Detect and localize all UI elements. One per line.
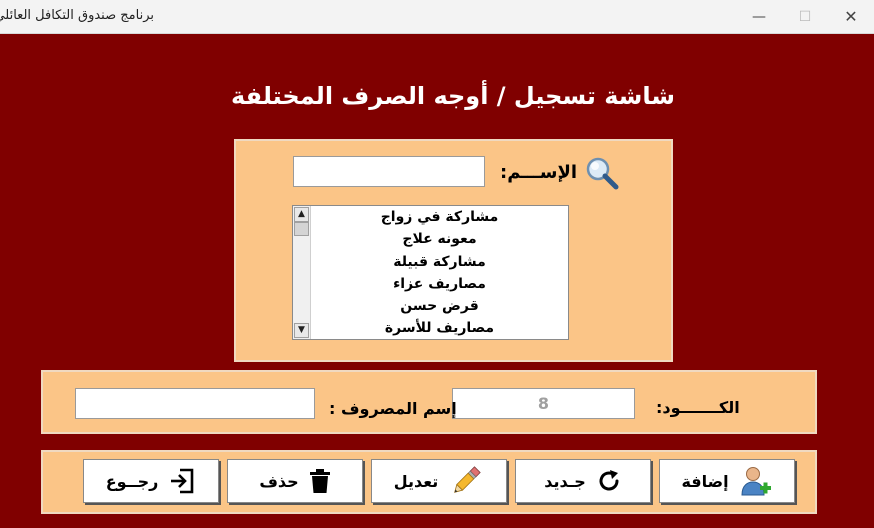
new-button[interactable]: جـديد: [515, 459, 651, 503]
close-button[interactable]: ✕: [828, 0, 874, 33]
expense-type-list[interactable]: ▲ ▼ مشاركة في زواج معونه علاج مشاركة قبي…: [292, 205, 569, 340]
minimize-button[interactable]: —: [736, 0, 782, 33]
scroll-down-button[interactable]: ▼: [294, 323, 309, 338]
back-button-label: رجــوع: [105, 471, 159, 491]
list-item[interactable]: مصاريف عزاء: [311, 273, 568, 295]
scroll-up-button[interactable]: ▲: [294, 207, 309, 222]
edit-button-label: تعديل: [393, 471, 439, 491]
expense-name-label: إسم المصروف :: [329, 399, 457, 418]
window-title: برنامج صندوق التكافل العائلي: [0, 8, 154, 23]
code-label: الكـــــــود:: [656, 398, 740, 417]
magnifier-icon: [584, 155, 620, 195]
maximize-button[interactable]: ☐: [782, 0, 828, 33]
back-button[interactable]: رجــوع: [83, 459, 219, 503]
search-label: الإســـم:: [500, 162, 578, 183]
scroll-thumb[interactable]: [294, 222, 309, 236]
expense-name-input[interactable]: [75, 388, 315, 419]
list-item[interactable]: قرض حسن: [311, 295, 568, 317]
list-item[interactable]: مصاريف للأسرة: [311, 317, 568, 339]
code-field[interactable]: [452, 388, 635, 419]
refresh-icon: [596, 468, 622, 494]
window-titlebar: برنامج صندوق التكافل العائلي — ☐ ✕: [0, 0, 874, 34]
add-button[interactable]: إضافة: [659, 459, 795, 503]
add-user-icon: [739, 464, 773, 498]
new-button-label: جـديد: [544, 471, 586, 491]
list-scrollbar[interactable]: ▲ ▼: [293, 206, 311, 339]
add-button-label: إضافة: [681, 471, 729, 491]
trash-icon: [309, 468, 331, 494]
edit-button[interactable]: تعديل: [371, 459, 507, 503]
exit-icon: [168, 467, 196, 495]
search-input[interactable]: [293, 156, 485, 187]
list-item[interactable]: مشاركة في زواج: [311, 206, 568, 228]
page-title: شاشة تسجيل / أوجه الصرف المختلفة: [231, 82, 675, 110]
delete-button[interactable]: حذف: [227, 459, 363, 503]
list-item[interactable]: معونه علاج: [311, 228, 568, 250]
list-item[interactable]: مشاركة قبيلة: [311, 251, 568, 273]
delete-button-label: حذف: [259, 471, 299, 491]
pencil-icon: [448, 463, 484, 499]
